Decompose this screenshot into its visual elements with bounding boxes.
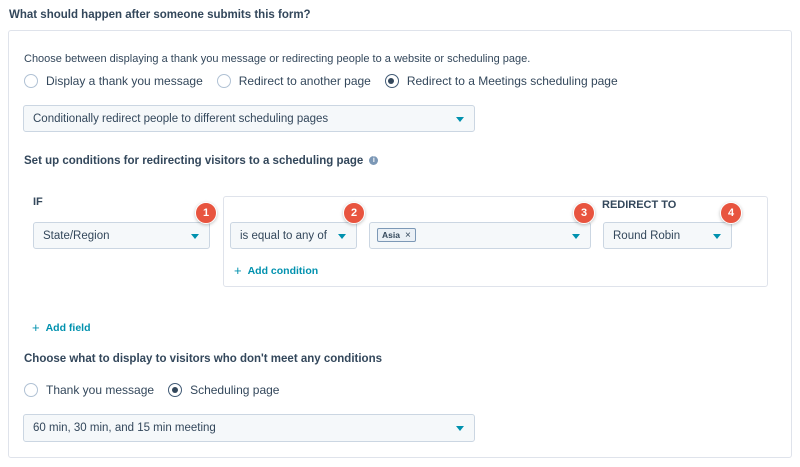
radio-circle[interactable] (216, 74, 231, 88)
info-icon[interactable]: i (369, 156, 379, 166)
chevron-down-icon (713, 233, 721, 239)
close-icon[interactable]: × (405, 230, 411, 241)
add-field-label: Add field (45, 321, 91, 334)
step-badge-2: 2 (343, 202, 365, 224)
radio-thank-you-message[interactable]: Thank you message (24, 383, 154, 397)
redirect-mode-value: Conditionally redirect people to differe… (33, 112, 329, 125)
radio-label: Thank you message (46, 383, 155, 397)
submit-action-description: Choose between displaying a thank you me… (24, 53, 531, 65)
radio-label: Scheduling page (190, 383, 280, 397)
value-tag: Asia × (377, 228, 416, 242)
step-badge-3: 3 (573, 202, 595, 224)
radio-label: Redirect to another page (238, 74, 371, 88)
redirect-mode-select[interactable]: Conditionally redirect people to differe… (23, 105, 475, 132)
radio-circle[interactable] (24, 74, 38, 88)
radio-circle-selected[interactable] (168, 383, 183, 397)
operator-select[interactable]: is equal to any of (230, 222, 357, 249)
operator-select-value: is equal to any of (240, 229, 327, 242)
add-condition-link[interactable]: + Add condition (234, 263, 318, 278)
chevron-down-icon (338, 233, 346, 239)
redirect-to-label: REDIRECT TO (602, 199, 677, 211)
plus-icon: + (234, 263, 242, 278)
add-condition-label: Add condition (247, 264, 319, 277)
radio-circle[interactable] (24, 383, 38, 397)
step-badge-4: 4 (720, 202, 742, 224)
radio-scheduling-page[interactable]: Scheduling page (168, 383, 279, 397)
chevron-down-icon (456, 426, 464, 431)
value-tag-label: Asia (382, 230, 400, 240)
fallback-radio-group: Thank you message Scheduling page (24, 383, 293, 397)
step-badge-1: 1 (195, 202, 217, 224)
redirect-target-select[interactable]: Round Robin (603, 222, 732, 249)
radio-label: Redirect to a Meetings scheduling page (406, 74, 618, 88)
radio-circle-selected[interactable] (384, 74, 399, 88)
if-label: IF (33, 196, 43, 208)
radio-redirect-meetings[interactable]: Redirect to a Meetings scheduling page (384, 74, 618, 88)
plus-icon: + (32, 320, 40, 335)
conditions-title: Set up conditions for redirecting visito… (24, 155, 379, 167)
fallback-meeting-select[interactable]: 60 min, 30 min, and 15 min meeting (23, 414, 475, 442)
radio-display-thank-you[interactable]: Display a thank you message (24, 74, 203, 88)
fallback-meeting-value: 60 min, 30 min, and 15 min meeting (33, 422, 216, 434)
property-select[interactable]: State/Region (33, 222, 210, 249)
radio-label: Display a thank you message (46, 74, 203, 88)
add-field-link[interactable]: + Add field (32, 320, 91, 335)
redirect-target-value: Round Robin (613, 229, 681, 242)
form-followup-question: What should happen after someone submits… (9, 9, 311, 21)
radio-redirect-another-page[interactable]: Redirect to another page (216, 74, 371, 88)
conditions-title-text: Set up conditions for redirecting visito… (24, 155, 364, 167)
chevron-down-icon (572, 233, 580, 239)
submit-action-radio-group: Display a thank you message Redirect to … (24, 74, 632, 88)
property-select-value: State/Region (43, 229, 110, 242)
fallback-title: Choose what to display to visitors who d… (24, 353, 382, 365)
chevron-down-icon (456, 116, 464, 122)
chevron-down-icon (191, 233, 199, 239)
